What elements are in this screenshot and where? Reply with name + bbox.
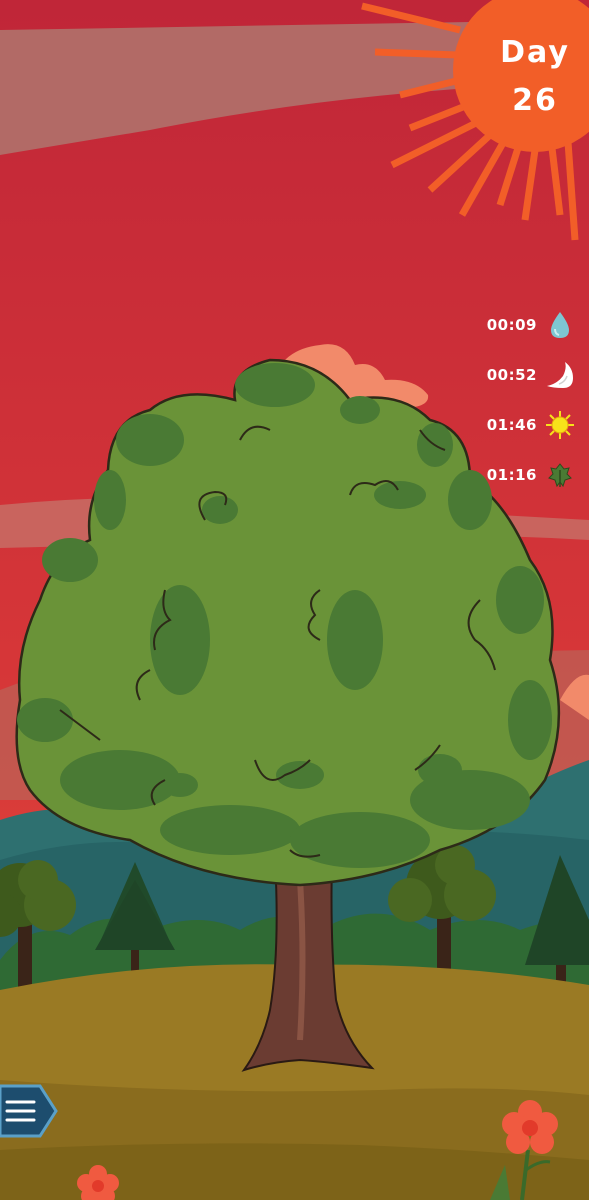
leaf-icon [548, 463, 572, 488]
day-number: 26 [512, 83, 558, 118]
hamburger-menu-icon [0, 1084, 58, 1138]
timer-sunlight-value: 01:46 [486, 416, 537, 434]
tree-trunk-shade [297, 879, 306, 1041]
game-scene [0, 0, 589, 1200]
timer-fertilizer-value: 00:52 [486, 366, 537, 384]
timer-leaf: 01:16 [481, 458, 575, 492]
timer-water: 00:09 [481, 308, 575, 342]
water-drop-icon [551, 312, 569, 338]
timer-fertilizer: 00:52 [481, 358, 575, 392]
timer-water-value: 00:09 [486, 316, 537, 334]
snail-shell-icon [547, 362, 573, 388]
day-label: Day [500, 35, 570, 70]
sun-icon [546, 411, 574, 439]
timer-leaf-value: 01:16 [486, 466, 537, 484]
menu-button[interactable] [0, 1084, 58, 1138]
timer-sunlight: 01:46 [481, 408, 575, 442]
